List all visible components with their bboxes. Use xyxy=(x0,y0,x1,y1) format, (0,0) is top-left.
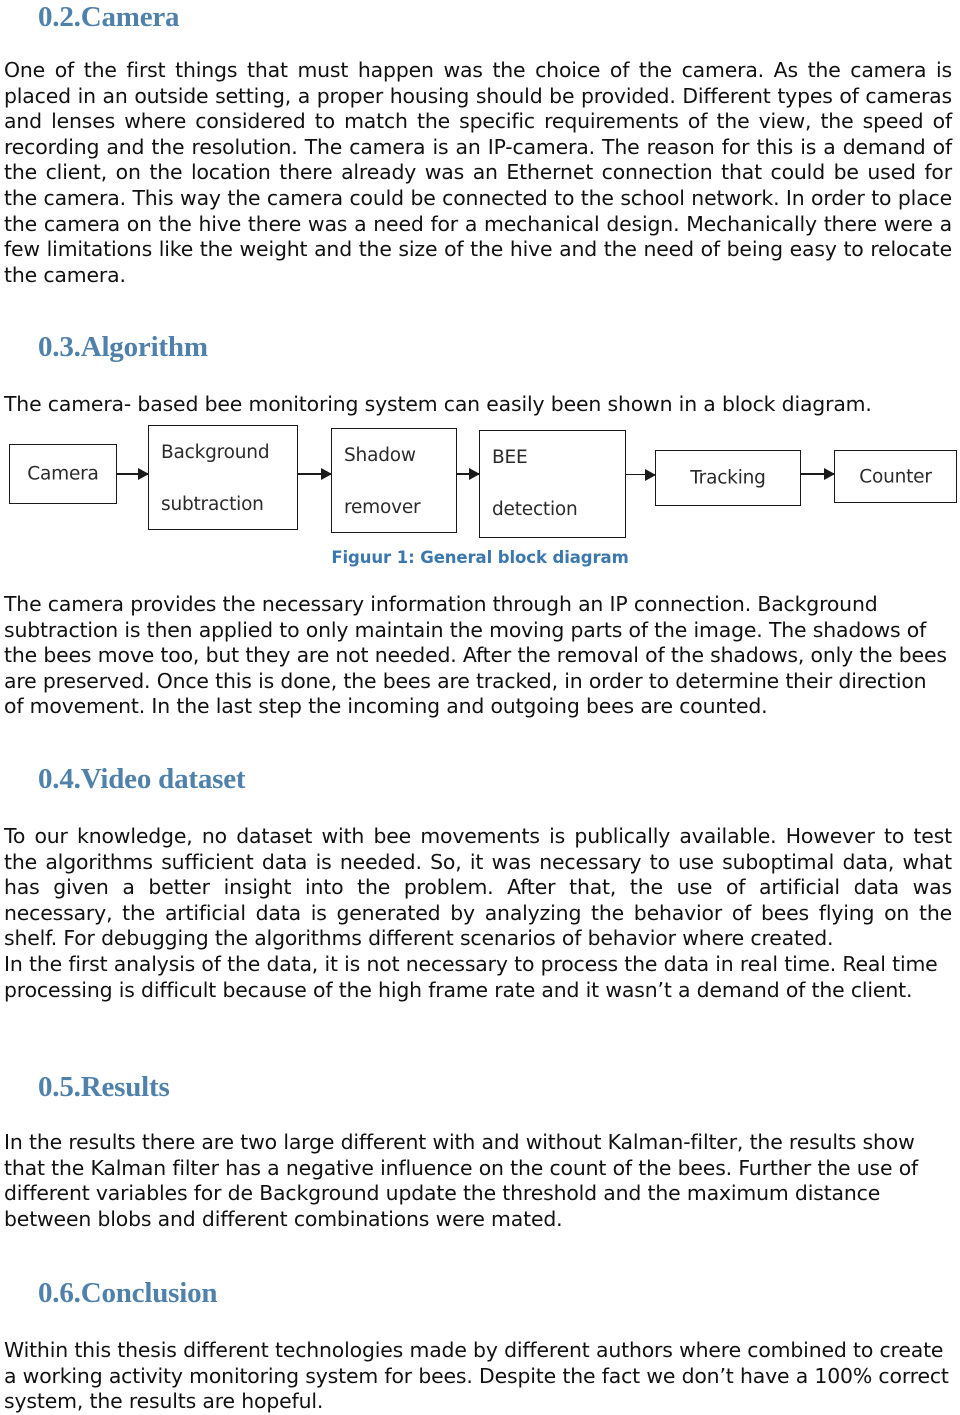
diagram-block-background-subtraction: Background subtraction xyxy=(148,425,298,530)
diagram-block-counter-label: Counter xyxy=(859,466,932,487)
diagram-block-shadow-label-line2: remover xyxy=(344,497,421,518)
diagram-arrow-bee-to-tracking xyxy=(626,474,655,476)
section-heading-camera: 0.2.Camera xyxy=(38,1,180,33)
diagram-block-bee-detection: BEE detection xyxy=(479,430,626,538)
diagram-block-shadow-remover: Shadow remover xyxy=(331,428,457,533)
figure-caption: Figuur 1: General block diagram xyxy=(331,548,629,567)
diagram-arrow-shadow-to-bee xyxy=(457,473,479,475)
diagram-arrow-background-to-shadow xyxy=(298,473,331,475)
paragraph-video-dataset-body: To our knowledge, no dataset with bee mo… xyxy=(4,824,952,951)
diagram-block-background-label-line1: Background xyxy=(161,442,270,463)
section-heading-video-dataset: 0.4.Video dataset xyxy=(38,763,246,795)
paragraph-algorithm-intro: The camera- based bee monitoring system … xyxy=(4,392,872,416)
document-page: 0.2.Camera One of the first things that … xyxy=(0,0,960,1415)
figure-block-diagram: Camera Background subtraction Shadow rem… xyxy=(0,420,960,550)
diagram-block-counter: Counter xyxy=(834,450,957,503)
diagram-block-shadow-label-line1: Shadow xyxy=(344,445,416,466)
paragraph-camera-body: One of the first things that must happen… xyxy=(4,58,952,287)
diagram-block-background-label-line2: subtraction xyxy=(161,494,264,515)
diagram-block-camera-label: Camera xyxy=(27,463,99,485)
diagram-block-bee-label-line1: BEE xyxy=(492,447,528,468)
paragraph-results-body: In the results there are two large diffe… xyxy=(4,1130,919,1231)
diagram-block-tracking-label: Tracking xyxy=(690,467,766,489)
diagram-block-bee-label-line2: detection xyxy=(492,499,578,520)
section-heading-algorithm: 0.3.Algorithm xyxy=(38,331,208,363)
paragraph-algorithm-body: The camera provides the necessary inform… xyxy=(4,592,947,719)
diagram-block-tracking: Tracking xyxy=(655,450,801,506)
diagram-arrow-tracking-to-counter xyxy=(801,473,834,475)
section-heading-conclusion: 0.6.Conclusion xyxy=(38,1277,218,1309)
paragraph-video-dataset-body2: In the first analysis of the data, it is… xyxy=(4,952,938,1002)
paragraph-conclusion-body: Within this thesis different technologie… xyxy=(4,1338,949,1414)
section-heading-results: 0.5.Results xyxy=(38,1071,170,1103)
diagram-block-camera: Camera xyxy=(9,444,117,504)
diagram-arrow-camera-to-background xyxy=(117,473,148,475)
